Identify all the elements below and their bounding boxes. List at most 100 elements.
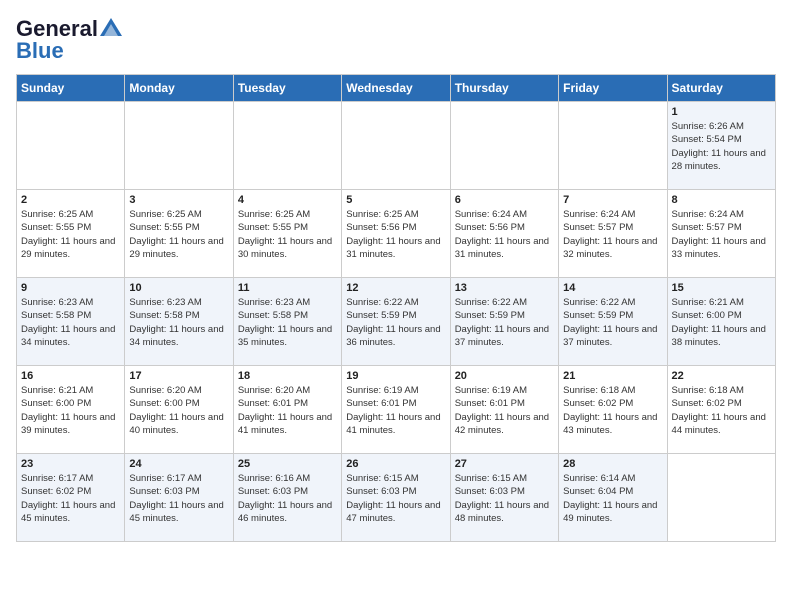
calendar-cell: 13 Sunrise: 6:22 AM Sunset: 5:59 PM Dayli… — [450, 278, 558, 366]
day-number: 13 — [455, 282, 554, 294]
calendar-cell: 2Sunrise: 6:25 AM Sunset: 5:55 PM Daylig… — [17, 190, 125, 278]
day-number: 5 — [346, 194, 445, 206]
day-info: Sunrise: 6:19 AM Sunset: 6:01 PM Dayligh… — [455, 384, 554, 437]
calendar-cell: 22 Sunrise: 6:18 AM Sunset: 6:02 PM Dayli… — [667, 366, 775, 454]
calendar-cell — [559, 102, 667, 190]
calendar-week-row: 9 Sunrise: 6:23 AM Sunset: 5:58 PM Daylig… — [17, 278, 776, 366]
day-number: 3 — [129, 194, 228, 206]
day-number: 11 — [238, 282, 337, 294]
day-number: 17 — [129, 370, 228, 382]
calendar-cell: 26 Sunrise: 6:15 AM Sunset: 6:03 PM Dayli… — [342, 454, 450, 542]
calendar-header-row: SundayMondayTuesdayWednesdayThursdayFrid… — [17, 75, 776, 102]
calendar-cell: 15 Sunrise: 6:21 AM Sunset: 6:00 PM Dayli… — [667, 278, 775, 366]
calendar-week-row: 1 Sunrise: 6:26 AM Sunset: 5:54 PM Daylig… — [17, 102, 776, 190]
calendar-cell: 9 Sunrise: 6:23 AM Sunset: 5:58 PM Daylig… — [17, 278, 125, 366]
calendar-cell: 7 Sunrise: 6:24 AM Sunset: 5:57 PM Daylig… — [559, 190, 667, 278]
calendar-cell — [667, 454, 775, 542]
day-info: Sunrise: 6:19 AM Sunset: 6:01 PM Dayligh… — [346, 384, 445, 437]
calendar-cell — [233, 102, 341, 190]
day-info: Sunrise: 6:23 AM Sunset: 5:58 PM Dayligh… — [238, 296, 337, 349]
day-number: 15 — [672, 282, 771, 294]
calendar-table: SundayMondayTuesdayWednesdayThursdayFrid… — [16, 74, 776, 542]
day-of-week-header: Saturday — [667, 75, 775, 102]
calendar-cell: 1 Sunrise: 6:26 AM Sunset: 5:54 PM Daylig… — [667, 102, 775, 190]
day-info: Sunrise: 6:25 AM Sunset: 5:56 PM Dayligh… — [346, 208, 445, 261]
day-number: 9 — [21, 282, 120, 294]
day-info: Sunrise: 6:17 AM Sunset: 6:03 PM Dayligh… — [129, 472, 228, 525]
day-info: Sunrise: 6:16 AM Sunset: 6:03 PM Dayligh… — [238, 472, 337, 525]
day-info: Sunrise: 6:25 AM Sunset: 5:55 PM Dayligh… — [238, 208, 337, 261]
logo-blue: Blue — [16, 38, 64, 64]
day-number: 24 — [129, 458, 228, 470]
day-number: 7 — [563, 194, 662, 206]
calendar-cell: 25 Sunrise: 6:16 AM Sunset: 6:03 PM Dayli… — [233, 454, 341, 542]
day-info: Sunrise: 6:20 AM Sunset: 6:01 PM Dayligh… — [238, 384, 337, 437]
day-info: Sunrise: 6:21 AM Sunset: 6:00 PM Dayligh… — [21, 384, 120, 437]
calendar-cell: 10 Sunrise: 6:23 AM Sunset: 5:58 PM Dayli… — [125, 278, 233, 366]
day-number: 8 — [672, 194, 771, 206]
day-info: Sunrise: 6:14 AM Sunset: 6:04 PM Dayligh… — [563, 472, 662, 525]
day-info: Sunrise: 6:18 AM Sunset: 6:02 PM Dayligh… — [672, 384, 771, 437]
day-of-week-header: Sunday — [17, 75, 125, 102]
calendar-week-row: 16 Sunrise: 6:21 AM Sunset: 6:00 PM Dayli… — [17, 366, 776, 454]
calendar-cell: 16 Sunrise: 6:21 AM Sunset: 6:00 PM Dayli… — [17, 366, 125, 454]
day-number: 1 — [672, 106, 771, 118]
day-number: 12 — [346, 282, 445, 294]
calendar-cell: 11 Sunrise: 6:23 AM Sunset: 5:58 PM Dayli… — [233, 278, 341, 366]
day-info: Sunrise: 6:23 AM Sunset: 5:58 PM Dayligh… — [21, 296, 120, 349]
day-of-week-header: Monday — [125, 75, 233, 102]
day-info: Sunrise: 6:22 AM Sunset: 5:59 PM Dayligh… — [563, 296, 662, 349]
day-number: 21 — [563, 370, 662, 382]
day-info: Sunrise: 6:25 AM Sunset: 5:55 PM Dayligh… — [129, 208, 228, 261]
day-number: 19 — [346, 370, 445, 382]
day-of-week-header: Tuesday — [233, 75, 341, 102]
day-info: Sunrise: 6:20 AM Sunset: 6:00 PM Dayligh… — [129, 384, 228, 437]
calendar-cell: 18 Sunrise: 6:20 AM Sunset: 6:01 PM Dayli… — [233, 366, 341, 454]
calendar-cell: 24 Sunrise: 6:17 AM Sunset: 6:03 PM Dayli… — [125, 454, 233, 542]
day-info: Sunrise: 6:24 AM Sunset: 5:57 PM Dayligh… — [672, 208, 771, 261]
day-number: 25 — [238, 458, 337, 470]
calendar-cell: 5 Sunrise: 6:25 AM Sunset: 5:56 PM Daylig… — [342, 190, 450, 278]
page-header: General Blue — [16, 16, 776, 64]
calendar-cell: 4 Sunrise: 6:25 AM Sunset: 5:55 PM Daylig… — [233, 190, 341, 278]
day-info: Sunrise: 6:17 AM Sunset: 6:02 PM Dayligh… — [21, 472, 120, 525]
day-of-week-header: Wednesday — [342, 75, 450, 102]
day-info: Sunrise: 6:22 AM Sunset: 5:59 PM Dayligh… — [455, 296, 554, 349]
calendar-cell: 27 Sunrise: 6:15 AM Sunset: 6:03 PM Dayli… — [450, 454, 558, 542]
logo: General Blue — [16, 16, 122, 64]
calendar-cell — [342, 102, 450, 190]
day-info: Sunrise: 6:22 AM Sunset: 5:59 PM Dayligh… — [346, 296, 445, 349]
logo-icon — [100, 18, 122, 36]
day-number: 6 — [455, 194, 554, 206]
day-info: Sunrise: 6:26 AM Sunset: 5:54 PM Dayligh… — [672, 120, 771, 173]
day-number: 18 — [238, 370, 337, 382]
calendar-cell: 3 Sunrise: 6:25 AM Sunset: 5:55 PM Daylig… — [125, 190, 233, 278]
calendar-cell: 12 Sunrise: 6:22 AM Sunset: 5:59 PM Dayli… — [342, 278, 450, 366]
day-number: 20 — [455, 370, 554, 382]
day-number: 26 — [346, 458, 445, 470]
calendar-cell: 19 Sunrise: 6:19 AM Sunset: 6:01 PM Dayli… — [342, 366, 450, 454]
day-info: Sunrise: 6:15 AM Sunset: 6:03 PM Dayligh… — [346, 472, 445, 525]
calendar-week-row: 2Sunrise: 6:25 AM Sunset: 5:55 PM Daylig… — [17, 190, 776, 278]
day-of-week-header: Thursday — [450, 75, 558, 102]
day-number: 10 — [129, 282, 228, 294]
day-number: 4 — [238, 194, 337, 206]
day-number: 22 — [672, 370, 771, 382]
day-number: 23 — [21, 458, 120, 470]
day-number: 16 — [21, 370, 120, 382]
day-info: Sunrise: 6:23 AM Sunset: 5:58 PM Dayligh… — [129, 296, 228, 349]
calendar-cell: 8 Sunrise: 6:24 AM Sunset: 5:57 PM Daylig… — [667, 190, 775, 278]
calendar-cell: 23 Sunrise: 6:17 AM Sunset: 6:02 PM Dayli… — [17, 454, 125, 542]
calendar-cell — [17, 102, 125, 190]
day-info: Sunrise: 6:24 AM Sunset: 5:57 PM Dayligh… — [563, 208, 662, 261]
day-info: Sunrise: 6:21 AM Sunset: 6:00 PM Dayligh… — [672, 296, 771, 349]
day-info: Sunrise: 6:25 AM Sunset: 5:55 PM Dayligh… — [21, 208, 120, 261]
calendar-cell: 6Sunrise: 6:24 AM Sunset: 5:56 PM Daylig… — [450, 190, 558, 278]
day-number: 27 — [455, 458, 554, 470]
day-number: 14 — [563, 282, 662, 294]
day-number: 28 — [563, 458, 662, 470]
calendar-cell: 17 Sunrise: 6:20 AM Sunset: 6:00 PM Dayli… — [125, 366, 233, 454]
calendar-cell: 28 Sunrise: 6:14 AM Sunset: 6:04 PM Dayli… — [559, 454, 667, 542]
day-of-week-header: Friday — [559, 75, 667, 102]
day-info: Sunrise: 6:15 AM Sunset: 6:03 PM Dayligh… — [455, 472, 554, 525]
